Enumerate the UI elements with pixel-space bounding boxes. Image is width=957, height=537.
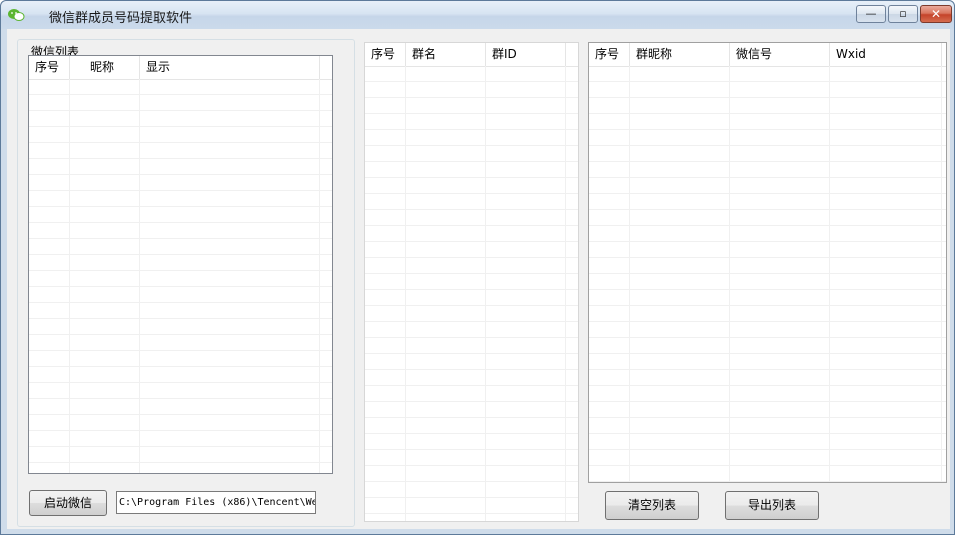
column-divider (629, 66, 630, 482)
column-header-wechat-id[interactable]: 微信号 (730, 43, 830, 66)
client-area: 微信列表 序号 昵称 显示 启动微信 C:\Program Files (x86… (7, 29, 950, 529)
minimize-icon: — (865, 7, 877, 20)
wechat-list-header: 序号 昵称 显示 (29, 56, 332, 80)
column-divider (485, 66, 486, 521)
member-list-body[interactable] (589, 66, 946, 482)
app-window: 微信群成员号码提取软件 — ▫ ✕ 微信列表 序号 昵称 显示 启动微信 C:\… (0, 0, 955, 535)
window-title: 微信群成员号码提取软件 (49, 11, 193, 26)
maximize-button[interactable]: ▫ (888, 5, 918, 23)
close-icon: ✕ (930, 7, 942, 21)
column-header-group-id[interactable]: 群ID (486, 43, 566, 66)
wechat-list-groupbox: 微信列表 序号 昵称 显示 启动微信 C:\Program Files (x86… (17, 39, 355, 527)
column-header-nickname[interactable]: 昵称 (70, 56, 140, 79)
wechat-path-field[interactable]: C:\Program Files (x86)\Tencent\WeChat (116, 491, 316, 514)
column-header-index[interactable]: 序号 (589, 43, 630, 66)
column-divider (565, 66, 566, 521)
column-header-group-nickname[interactable]: 群昵称 (630, 43, 730, 66)
member-list-header: 序号 群昵称 微信号 Wxid (589, 43, 946, 67)
clear-list-button[interactable]: 清空列表 (605, 491, 699, 520)
group-list-body[interactable] (365, 66, 578, 521)
column-divider (405, 66, 406, 521)
column-header-display[interactable]: 显示 (140, 56, 320, 79)
column-divider (829, 66, 830, 482)
column-divider (69, 79, 70, 473)
close-button[interactable]: ✕ (920, 5, 952, 23)
group-list[interactable]: 序号 群名 群ID (364, 42, 579, 522)
export-list-button[interactable]: 导出列表 (725, 491, 819, 520)
column-header-index[interactable]: 序号 (29, 56, 70, 79)
maximize-icon: ▫ (899, 7, 907, 20)
wechat-list-body[interactable] (29, 79, 332, 473)
group-list-header: 序号 群名 群ID (365, 43, 578, 67)
column-header-wxid[interactable]: Wxid (830, 43, 942, 66)
column-divider (319, 79, 320, 473)
column-header-group-name[interactable]: 群名 (406, 43, 486, 66)
column-divider (729, 66, 730, 482)
wechat-logo-icon (8, 9, 25, 21)
column-header-index[interactable]: 序号 (365, 43, 406, 66)
minimize-button[interactable]: — (856, 5, 886, 23)
member-list[interactable]: 序号 群昵称 微信号 Wxid (588, 42, 947, 483)
column-divider (139, 79, 140, 473)
title-bar[interactable]: 微信群成员号码提取软件 — ▫ ✕ (1, 1, 954, 29)
wechat-account-list[interactable]: 序号 昵称 显示 (28, 55, 333, 474)
start-wechat-button[interactable]: 启动微信 (29, 490, 107, 516)
column-divider (941, 66, 942, 482)
